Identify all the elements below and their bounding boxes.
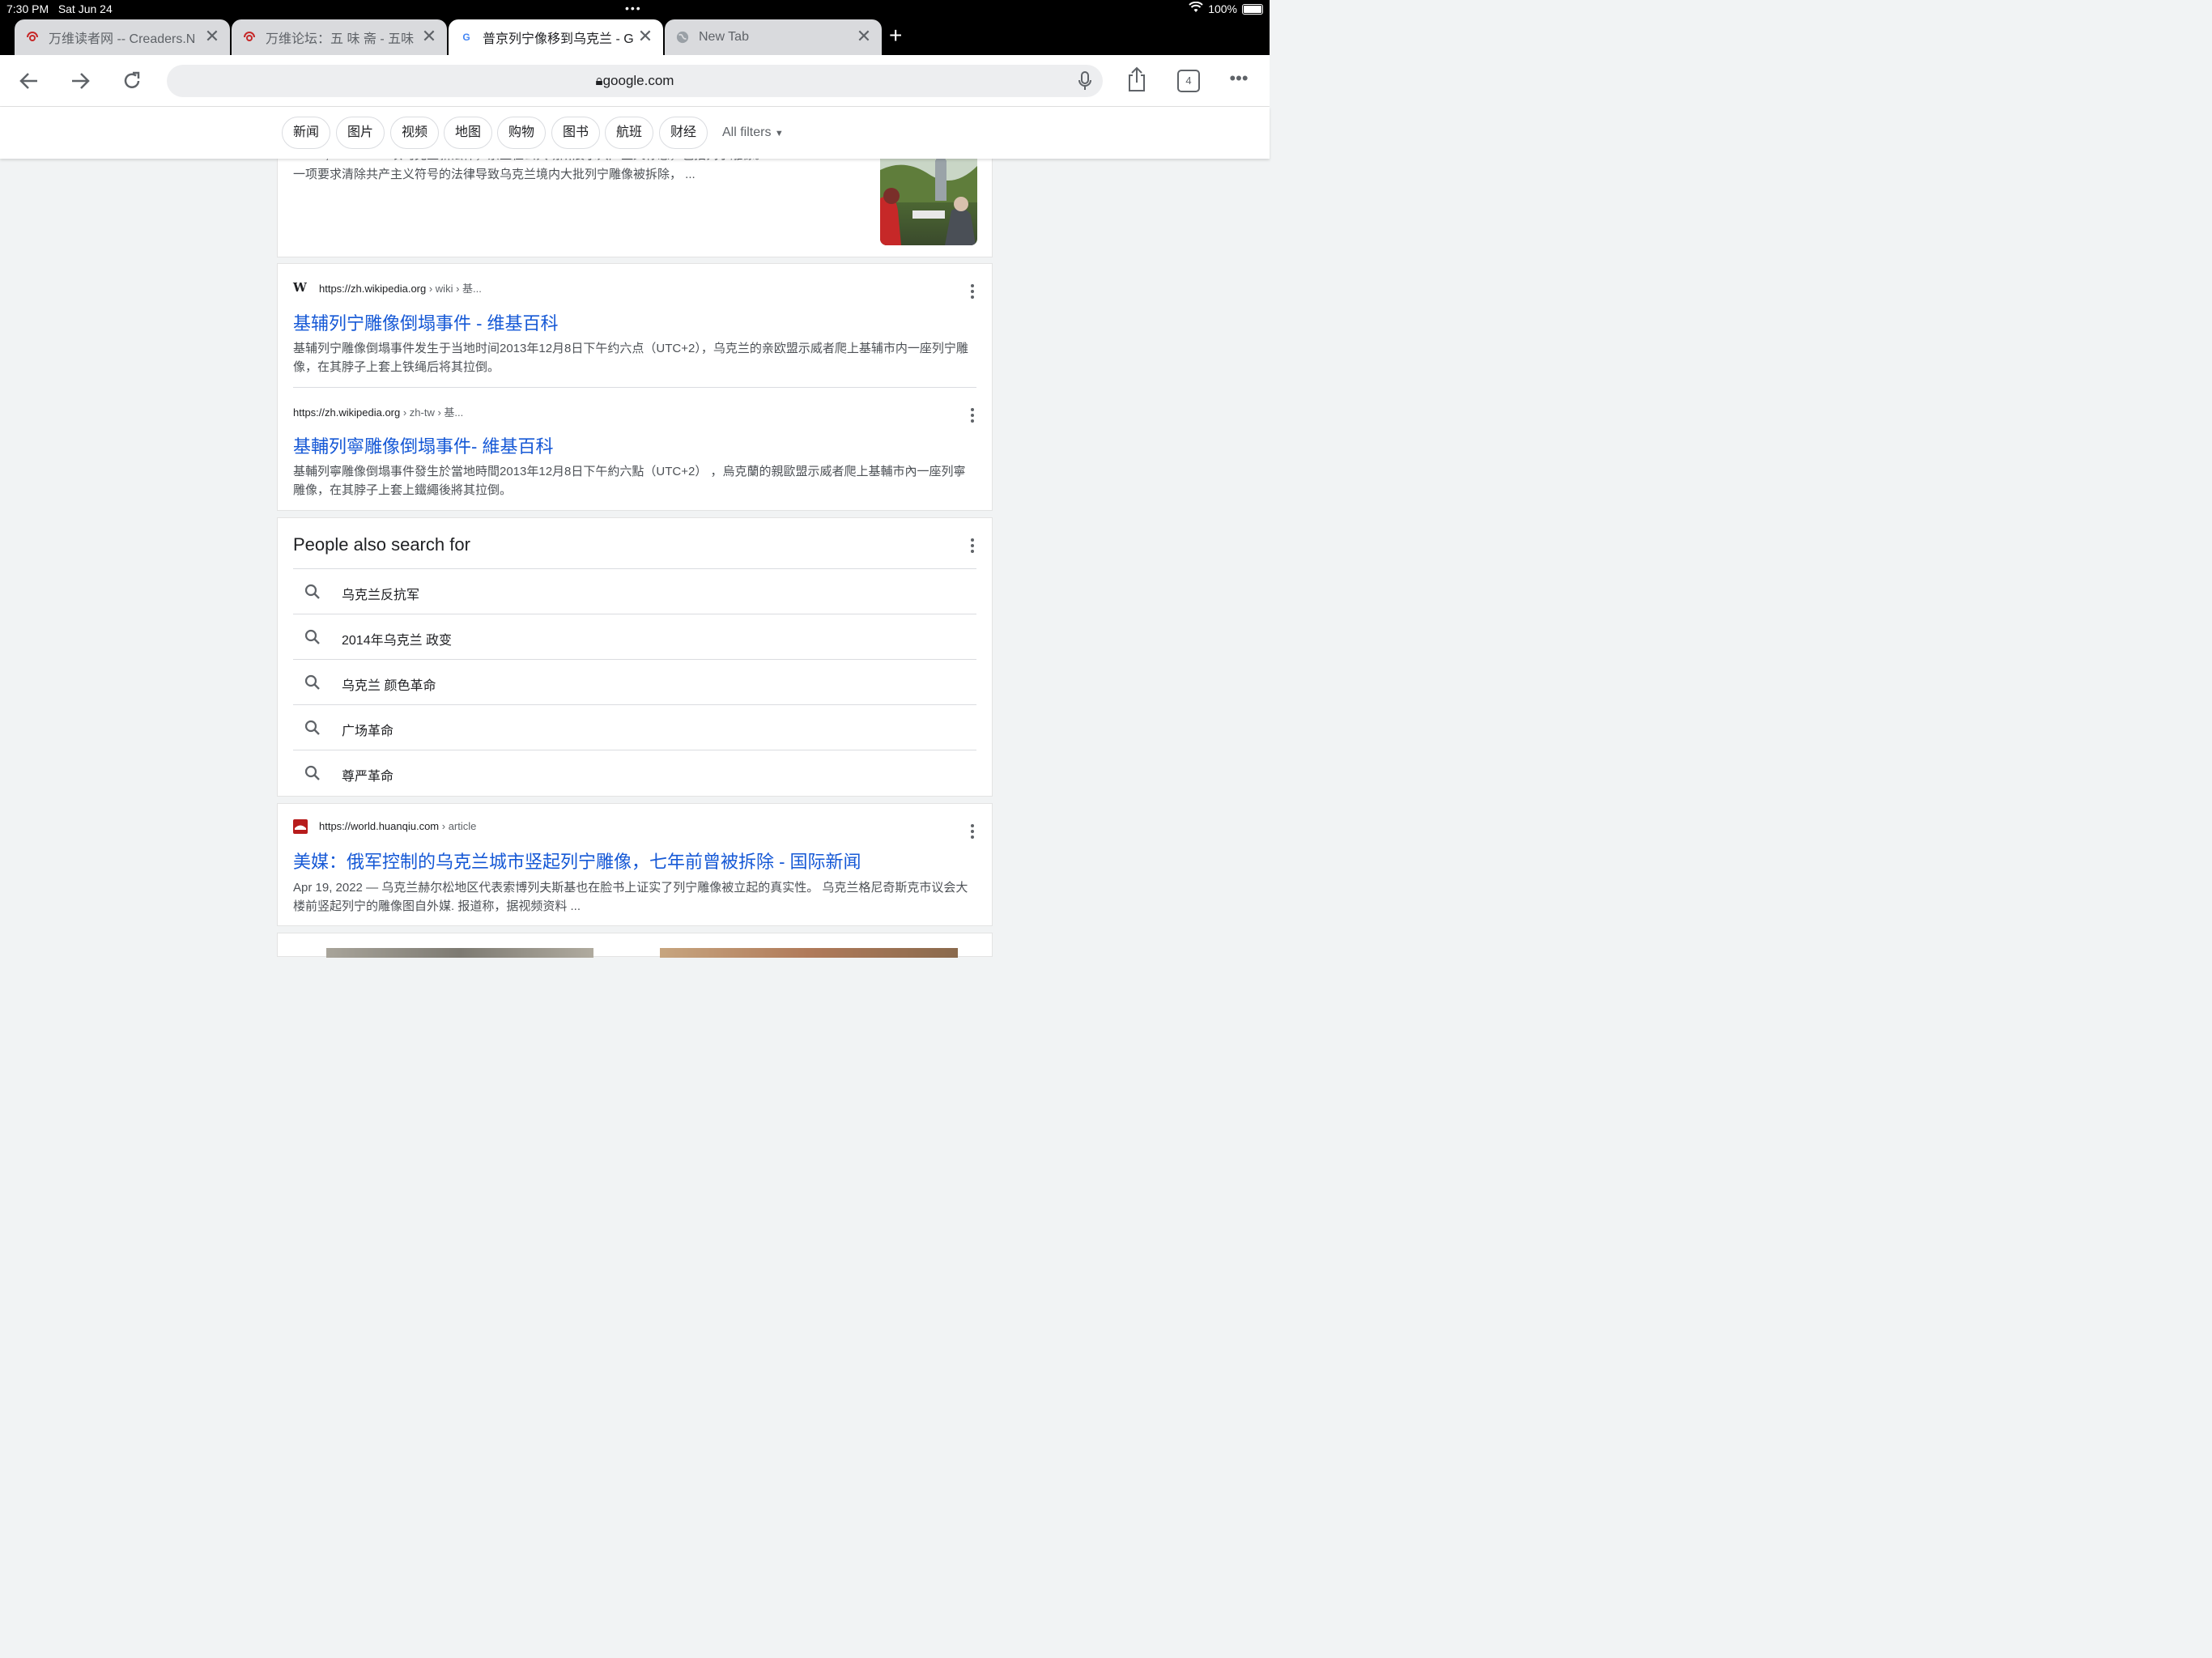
result-title-link[interactable]: 基輔列寧雕像倒塌事件- 維基百科 (293, 432, 553, 458)
related-search-text: 广场革命 (342, 725, 394, 738)
more-options-icon[interactable]: ••• (1224, 66, 1253, 96)
result-snippet: 基輔列寧雕像倒塌事件發生於當地時間2013年12月8日下午約六點（UTC+2） … (293, 465, 966, 497)
search-result-card: https://world.huanqiu.com › article 美媒：俄… (277, 803, 993, 926)
google-favicon-icon: G (462, 32, 470, 43)
search-icon (304, 629, 320, 644)
battery-icon (1242, 4, 1263, 15)
search-icon (304, 674, 320, 690)
browser-toolbar: 🔒︎google.com ••• (0, 55, 1270, 107)
tab-forum[interactable]: 万维论坛：五 味 斋 - 五味 ✕ (232, 19, 447, 55)
filter-chip-finance[interactable]: 财经 (659, 117, 708, 149)
result-source-url[interactable]: https://world.huanqiu.com › article (319, 820, 476, 832)
url-text: 🔒︎google.com (595, 73, 674, 88)
share-icon[interactable] (1122, 66, 1151, 96)
related-search-item[interactable]: 2014年乌克兰 政变 (293, 614, 976, 659)
result-source-url[interactable]: https://zh.wikipedia.org › wiki › 基... (319, 280, 482, 295)
related-search-text: 2014年乌克兰 政变 (342, 634, 453, 648)
filter-chip-news[interactable]: 新闻 (282, 117, 331, 149)
multitasking-dots[interactable]: ••• (625, 2, 642, 15)
search-result-card: W https://zh.wikipedia.org › wiki › 基...… (277, 263, 993, 511)
search-icon (304, 584, 320, 599)
filter-chip-flights[interactable]: 航班 (605, 117, 654, 149)
result-more-icon[interactable] (970, 824, 975, 841)
related-search-item[interactable]: 尊严革命 (293, 750, 976, 795)
filter-chip-books[interactable]: 图书 (551, 117, 601, 149)
tab-bar: 万维读者网 -- Creaders.N ✕ 万维论坛：五 味 斋 - 五味 ✕ … (0, 19, 1270, 55)
people-also-search-card: People also search for 乌克兰反抗军 2014年乌克兰 政… (277, 517, 993, 797)
related-search-text: 乌克兰 颜色革命 (342, 679, 436, 693)
filter-chip-maps[interactable]: 地图 (444, 117, 493, 149)
lock-icon: 🔒︎ (595, 73, 603, 88)
close-tab-icon[interactable]: ✕ (636, 27, 655, 46)
result-more-icon[interactable] (970, 408, 975, 425)
battery-percent: 100% (1208, 2, 1237, 15)
status-bar: 7:30 PM Sat Jun 24 ••• 100% (0, 0, 1270, 19)
related-search-item[interactable]: 广场革命 (293, 704, 976, 750)
related-search-text: 尊严革命 (342, 770, 394, 784)
creaders-favicon-icon (26, 31, 39, 44)
search-result-card (277, 933, 993, 958)
tab-creaders[interactable]: 万维读者网 -- Creaders.N ✕ (15, 19, 230, 55)
result-thumbnail[interactable] (326, 948, 593, 958)
result-snippet: 一项要求清除共产主义符号的法律导致乌克兰境内大批列宁雕像被拆除， ... (293, 168, 696, 181)
result-thumbnail-statue-photo[interactable] (880, 154, 977, 245)
address-bar[interactable]: 🔒︎google.com (167, 65, 1103, 97)
caret-down-icon: ▼ (774, 129, 784, 138)
all-filters-dropdown[interactable]: All filters ▼ (722, 125, 784, 140)
section-heading: People also search for (293, 534, 470, 555)
filter-chip-shopping[interactable]: 购物 (497, 117, 547, 149)
microphone-icon[interactable] (1078, 71, 1091, 91)
filter-chip-videos[interactable]: 视频 (390, 117, 440, 149)
search-filter-bar: 新闻 图片 视频 地图 购物 图书 航班 财经 All filters ▼ (0, 107, 1270, 159)
close-tab-icon[interactable]: ✕ (202, 27, 222, 46)
tab-google-search[interactable]: G 普京列宁像移到乌克兰 - G ✕ (449, 19, 663, 55)
search-icon (304, 765, 320, 780)
wifi-icon (1189, 1, 1203, 15)
result-snippet: 基辅列宁雕像倒塌事件发生于当地时间2013年12月8日下午约六点（UTC+2），… (293, 342, 968, 374)
creaders-favicon-icon (243, 31, 256, 44)
result-snippet: Apr 19, 2022 — 乌克兰赫尔松地区代表索博列夫斯基也在脸书上证实了列… (293, 881, 968, 913)
tab-new-tab[interactable]: New Tab ✕ (665, 19, 882, 55)
globe-icon (676, 31, 689, 44)
close-tab-icon[interactable]: ✕ (854, 27, 874, 46)
huanqiu-favicon-icon (293, 819, 308, 834)
forward-arrow-icon[interactable] (66, 66, 95, 96)
result-more-icon[interactable] (970, 284, 975, 301)
result-title-link[interactable]: 基辅列宁雕像倒塌事件 - 维基百科 (293, 309, 559, 335)
related-search-text: 乌克兰反抗军 (342, 589, 420, 602)
filter-chip-images[interactable]: 图片 (336, 117, 385, 149)
new-tab-plus-icon[interactable]: + (889, 24, 902, 47)
related-search-item[interactable]: 乌克兰反抗军 (293, 568, 976, 614)
related-search-item[interactable]: 乌克兰 颜色革命 (293, 659, 976, 704)
reload-icon[interactable] (117, 66, 147, 96)
divider (293, 387, 976, 388)
result-thumbnail[interactable] (660, 948, 958, 958)
status-time: 7:30 PM Sat Jun 24 (6, 2, 113, 15)
result-source-url[interactable]: https://zh.wikipedia.org › zh-tw › 基... (293, 404, 463, 419)
tab-switcher-button[interactable]: 4 (1177, 70, 1200, 92)
back-arrow-icon[interactable] (15, 66, 44, 96)
search-icon (304, 720, 320, 735)
close-tab-icon[interactable]: ✕ (419, 27, 439, 46)
section-more-icon[interactable] (970, 538, 975, 555)
wikipedia-w-icon: W (293, 280, 307, 295)
result-title-link[interactable]: 美媒：俄军控制的乌克兰城市竖起列宁雕像，七年前曾被拆除 - 国际新闻 (293, 848, 861, 874)
